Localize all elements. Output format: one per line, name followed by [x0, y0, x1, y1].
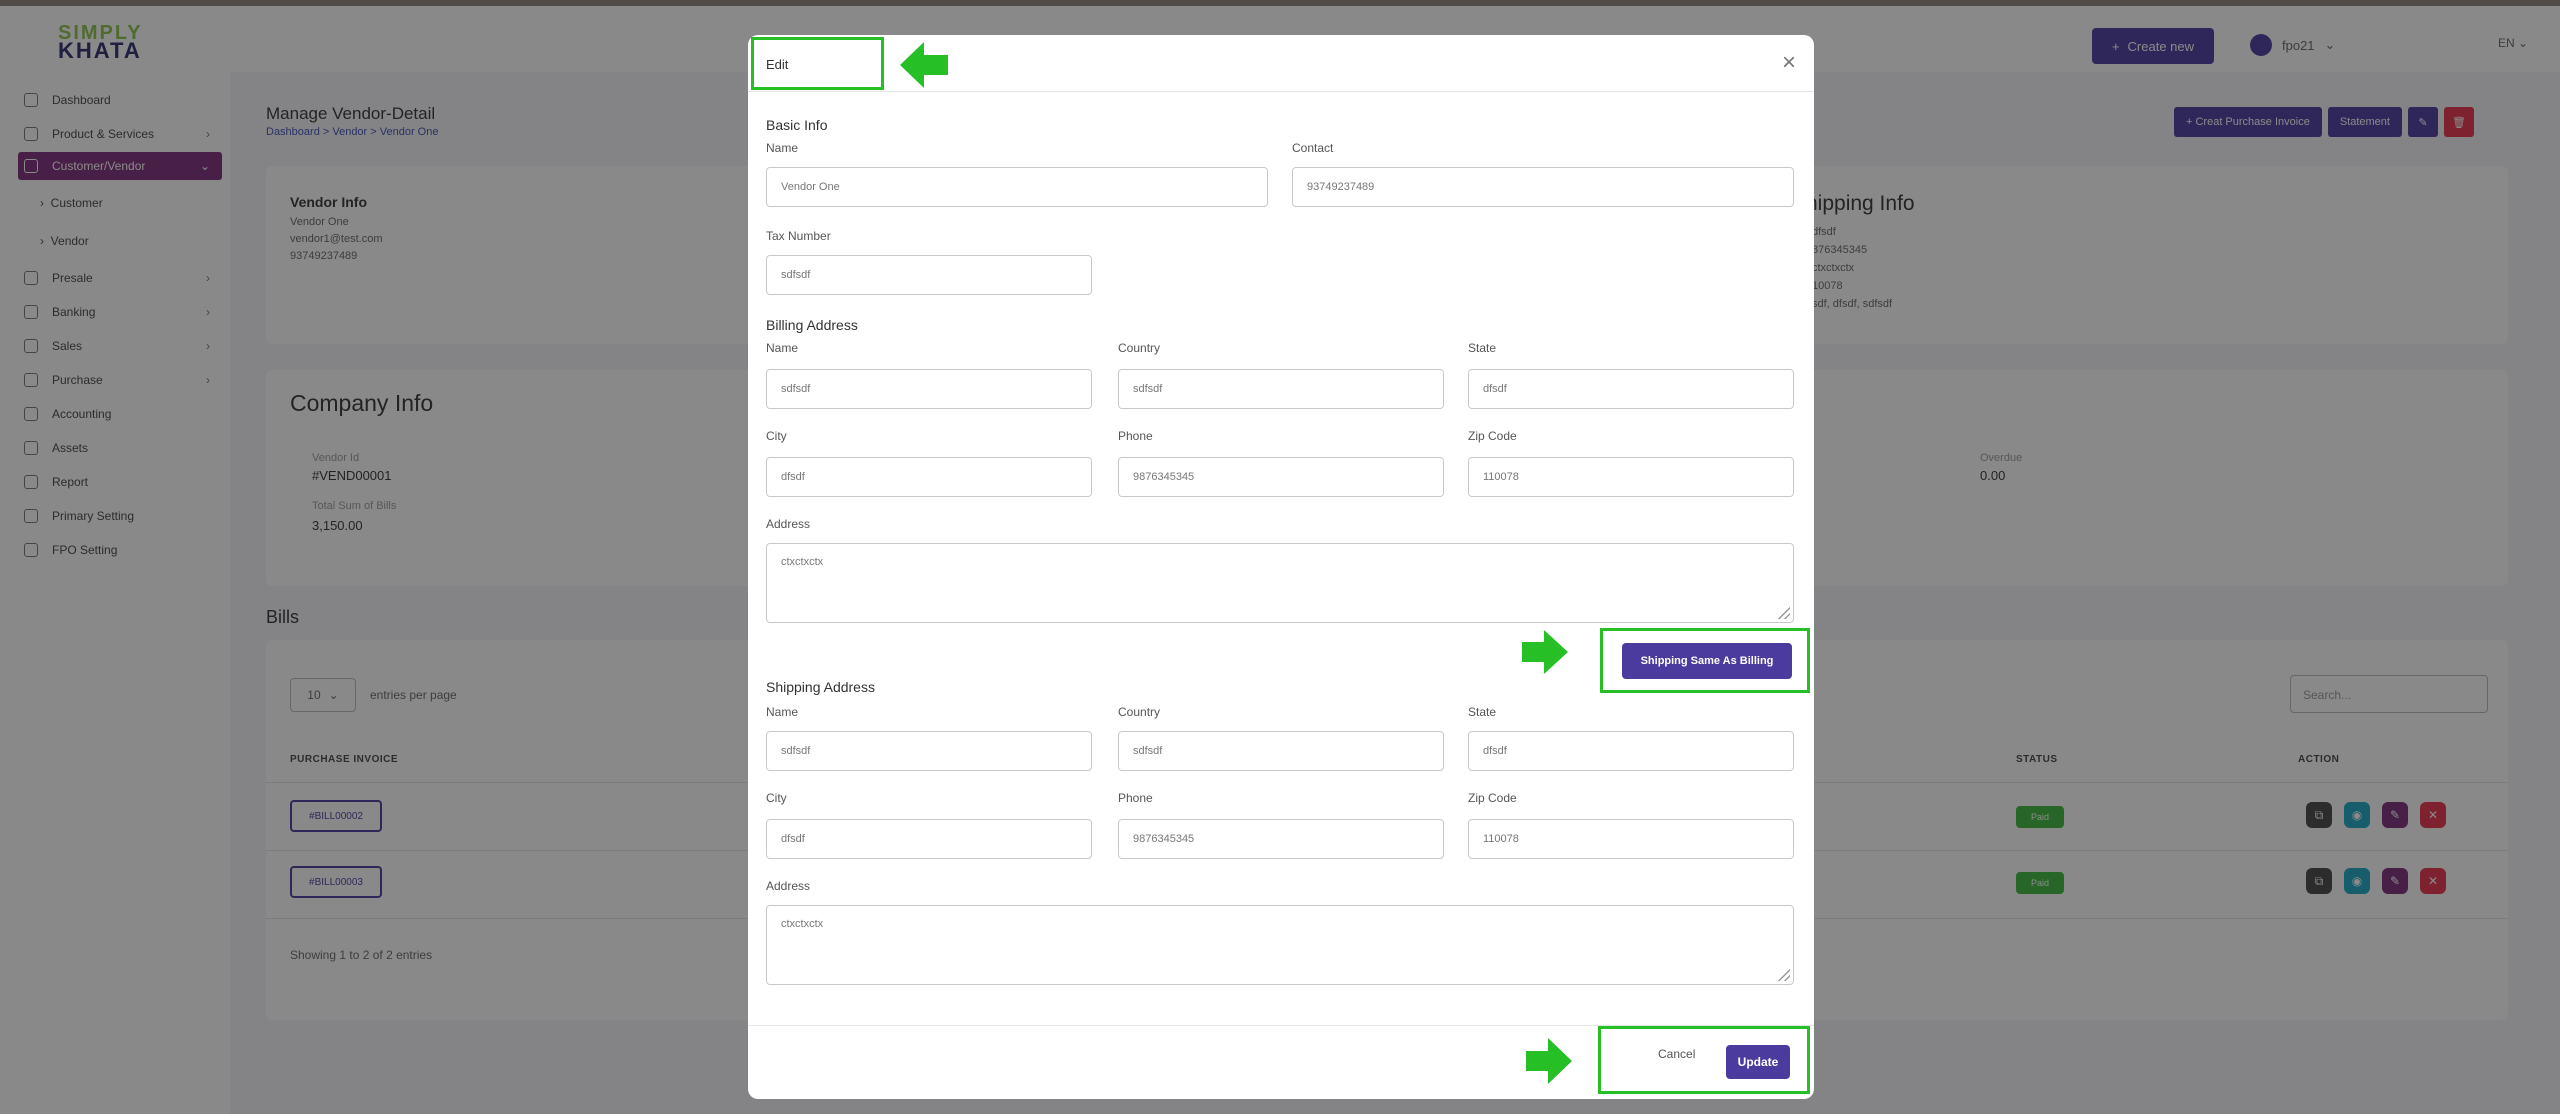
tax-number-input[interactable]: sdfsdf [766, 255, 1092, 295]
billing-name-label: Name [766, 341, 799, 355]
edit-vendor-modal: Edit × Basic Info Name Vendor One Contac… [748, 35, 1814, 1099]
billing-state-label: State [1468, 341, 1497, 355]
shipping-state-label: State [1468, 705, 1497, 719]
basic-info-title: Basic Info [766, 117, 828, 133]
shipping-state-input[interactable]: dfsdf [1468, 731, 1794, 771]
billing-country-label: Country [1118, 341, 1161, 355]
shipping-zip-label: Zip Code [1468, 791, 1517, 805]
shipping-country-label: Country [1118, 705, 1161, 719]
name-input[interactable]: Vendor One [766, 167, 1268, 207]
billing-zip-input[interactable]: 110078 [1468, 457, 1794, 497]
shipping-address-title: Shipping Address [766, 679, 875, 695]
shipping-zip-input[interactable]: 110078 [1468, 819, 1794, 859]
billing-state-input[interactable]: dfsdf [1468, 369, 1794, 409]
shipping-city-label: City [766, 791, 787, 805]
billing-address-value: ctxctxctx [781, 556, 824, 568]
shipping-phone-input[interactable]: 9876345345 [1118, 819, 1444, 859]
right-arrow-icon [1526, 1038, 1572, 1084]
shipping-address-value: ctxctxctx [781, 918, 824, 930]
close-icon[interactable]: × [1782, 51, 1796, 75]
billing-address-label: Address [766, 517, 811, 531]
billing-phone-label: Phone [1118, 429, 1153, 443]
billing-address-textarea[interactable]: ctxctxctx [766, 543, 1794, 623]
resize-handle-icon[interactable] [1778, 969, 1790, 981]
billing-name-input[interactable]: sdfsdf [766, 369, 1092, 409]
modal-divider [748, 91, 1814, 92]
highlight-box-edit-title [751, 37, 884, 90]
shipping-address-label: Address [766, 879, 811, 893]
billing-address-title: Billing Address [766, 317, 858, 333]
shipping-name-label: Name [766, 705, 799, 719]
contact-input[interactable]: 93749237489 [1292, 167, 1794, 207]
highlight-box-update [1598, 1026, 1810, 1094]
shipping-country-input[interactable]: sdfsdf [1118, 731, 1444, 771]
billing-phone-input[interactable]: 9876345345 [1118, 457, 1444, 497]
shipping-name-input[interactable]: sdfsdf [766, 731, 1092, 771]
shipping-city-input[interactable]: dfsdf [766, 819, 1092, 859]
tax-number-label: Tax Number [766, 229, 831, 243]
contact-label: Contact [1292, 141, 1334, 155]
billing-zip-label: Zip Code [1468, 429, 1517, 443]
left-arrow-icon [900, 42, 948, 88]
billing-city-input[interactable]: dfsdf [766, 457, 1092, 497]
resize-handle-icon[interactable] [1778, 607, 1790, 619]
billing-country-input[interactable]: sdfsdf [1118, 369, 1444, 409]
billing-city-label: City [766, 429, 787, 443]
shipping-phone-label: Phone [1118, 791, 1153, 805]
highlight-box-shipping-same [1600, 628, 1810, 693]
right-arrow-icon [1522, 630, 1568, 674]
name-label: Name [766, 141, 799, 155]
shipping-address-textarea[interactable]: ctxctxctx [766, 905, 1794, 985]
